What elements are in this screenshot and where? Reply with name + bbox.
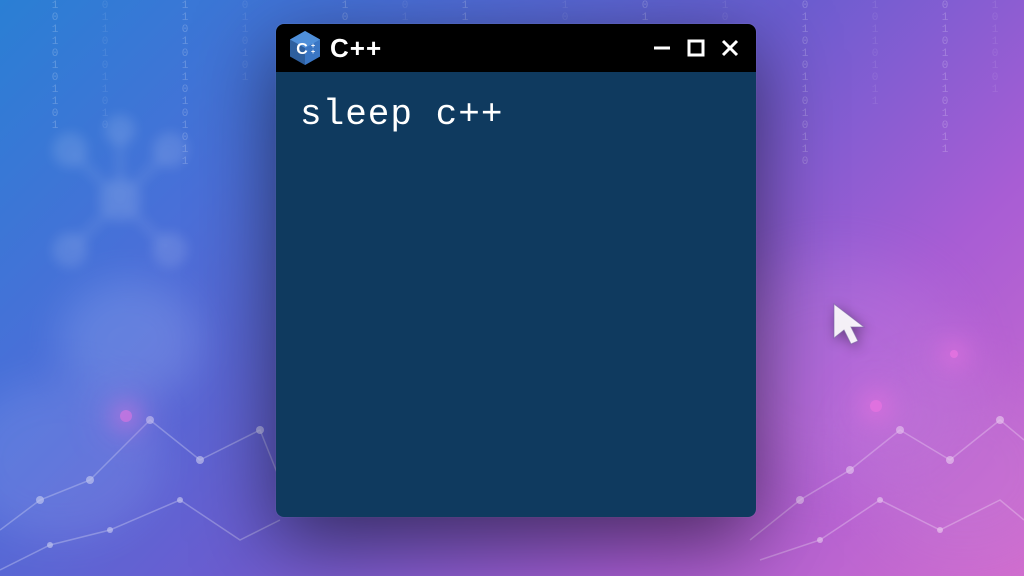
minimize-button[interactable]	[650, 36, 674, 60]
window-title: C++	[330, 33, 640, 64]
svg-text:+: +	[311, 49, 315, 56]
cursor-arrow-icon	[826, 300, 874, 348]
close-icon	[720, 38, 740, 58]
code-window: C + + C++ sleep c++	[276, 24, 756, 517]
code-text: sleep c++	[300, 94, 732, 135]
maximize-button[interactable]	[684, 36, 708, 60]
window-controls	[650, 36, 742, 60]
minimize-icon	[652, 38, 672, 58]
code-content-area[interactable]: sleep c++	[276, 72, 756, 517]
maximize-icon	[686, 38, 706, 58]
svg-text:C: C	[296, 41, 308, 58]
cpp-logo-icon: C + +	[290, 31, 320, 65]
close-button[interactable]	[718, 36, 742, 60]
titlebar[interactable]: C + + C++	[276, 24, 756, 72]
